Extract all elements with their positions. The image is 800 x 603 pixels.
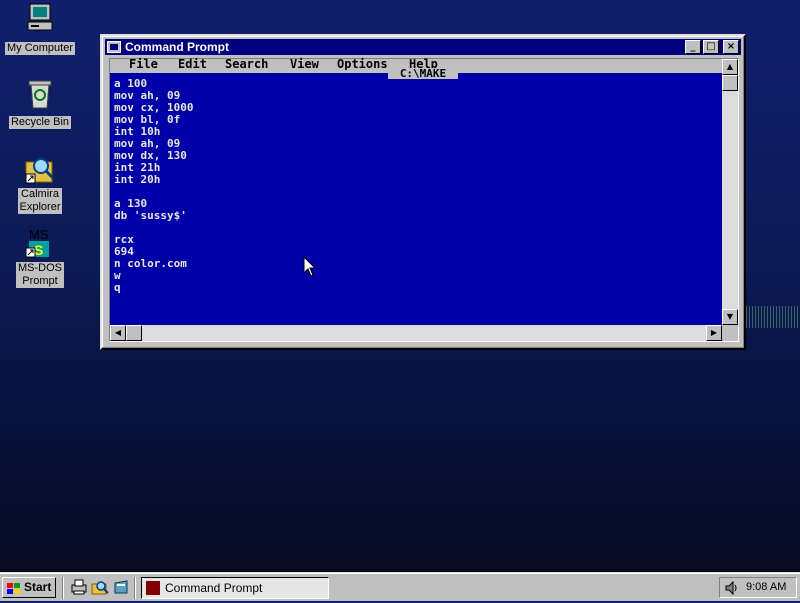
command-prompt-window[interactable]: Command Prompt _ □ × File Edit Search Vi… [100, 34, 746, 350]
dos-line: q [114, 281, 121, 294]
explorer-icon [23, 152, 57, 186]
menu-search[interactable]: Search [225, 58, 268, 70]
ms-dos-task-icon [146, 581, 160, 595]
desktop-icon-label: Recycle Bin [8, 116, 72, 129]
window-app-icon[interactable] [107, 41, 121, 53]
desktop-icon-recycle-bin[interactable]: Recycle Bin [4, 76, 76, 130]
desktop-icon-label: My Computer [4, 42, 76, 55]
close-button[interactable]: × [723, 40, 739, 54]
horizontal-scrollbar[interactable]: ◀ ▶ [110, 325, 722, 341]
quicklaunch-window-icon[interactable] [112, 578, 130, 596]
menu-edit[interactable]: Edit [178, 58, 207, 70]
desktop-icon-label: Calmira Explorer [17, 188, 63, 214]
svg-text:MS: MS [29, 227, 49, 242]
scroll-left-button[interactable]: ◀ [110, 325, 126, 341]
maximize-button[interactable]: □ [703, 40, 719, 54]
recycle-bin-icon [23, 76, 57, 110]
dos-line: db 'sussy$' [114, 209, 187, 222]
quicklaunch-printer-icon[interactable] [70, 578, 88, 596]
taskbar-button-command-prompt[interactable]: Command Prompt [141, 577, 329, 599]
ms-dos-icon: MS S [23, 226, 57, 260]
vertical-scrollbar[interactable]: ▲ ▼ [722, 59, 738, 325]
menu-file[interactable]: File [129, 58, 158, 70]
console-client-area[interactable]: File Edit Search View Options Help a 100… [109, 58, 739, 342]
minimize-button[interactable]: _ [685, 40, 701, 54]
desktop-icon-label: MS-DOS Prompt [16, 262, 64, 288]
menu-options[interactable]: Options [337, 58, 388, 70]
vertical-scroll-thumb[interactable] [722, 75, 738, 91]
mouse-cursor-icon [303, 256, 317, 277]
horizontal-scroll-thumb[interactable] [126, 325, 142, 341]
speaker-icon[interactable] [724, 580, 740, 596]
windows-flag-icon [7, 582, 21, 594]
scroll-down-button[interactable]: ▼ [722, 309, 738, 325]
taskbar-button-label: Command Prompt [165, 581, 263, 595]
scrollbar-corner [722, 325, 738, 341]
taskbar-separator [62, 577, 64, 599]
menu-view[interactable]: View [290, 58, 319, 70]
dos-line: w [114, 269, 121, 282]
window-title: Command Prompt [125, 40, 230, 54]
desktop-icon-my-computer[interactable]: My Computer [4, 2, 76, 56]
taskbar: Start Command Prompt 9:08 AM [0, 572, 800, 601]
dos-text-area[interactable]: a 100 mov ah, 09 mov cx, 1000 mov bl, 0f int… [110, 70, 722, 325]
dos-line: n color.com [114, 257, 187, 270]
scroll-right-button[interactable]: ▶ [706, 325, 722, 341]
desktop-icon-ms-dos-prompt[interactable]: MS S MS-DOS Prompt [4, 226, 76, 289]
clock[interactable]: 9:08 AM [746, 578, 786, 597]
dos-window-title: C:\MAKE [388, 68, 458, 79]
start-label: Start [24, 580, 52, 594]
window-titlebar[interactable]: Command Prompt _ □ × [105, 39, 741, 55]
screen-artifact [746, 306, 800, 328]
dos-line: int 20h [114, 173, 161, 186]
start-button[interactable]: Start [2, 577, 56, 598]
dos-text-lines: a 100 mov ah, 09 mov cx, 1000 mov bl, 0f int… [114, 78, 193, 294]
system-tray: 9:08 AM [719, 577, 797, 598]
taskbar-separator [134, 577, 136, 599]
scroll-up-button[interactable]: ▲ [722, 59, 738, 75]
computer-icon [23, 2, 57, 36]
quicklaunch-explorer-icon[interactable] [91, 578, 109, 596]
desktop-icon-calmira-explorer[interactable]: Calmira Explorer [4, 152, 76, 215]
